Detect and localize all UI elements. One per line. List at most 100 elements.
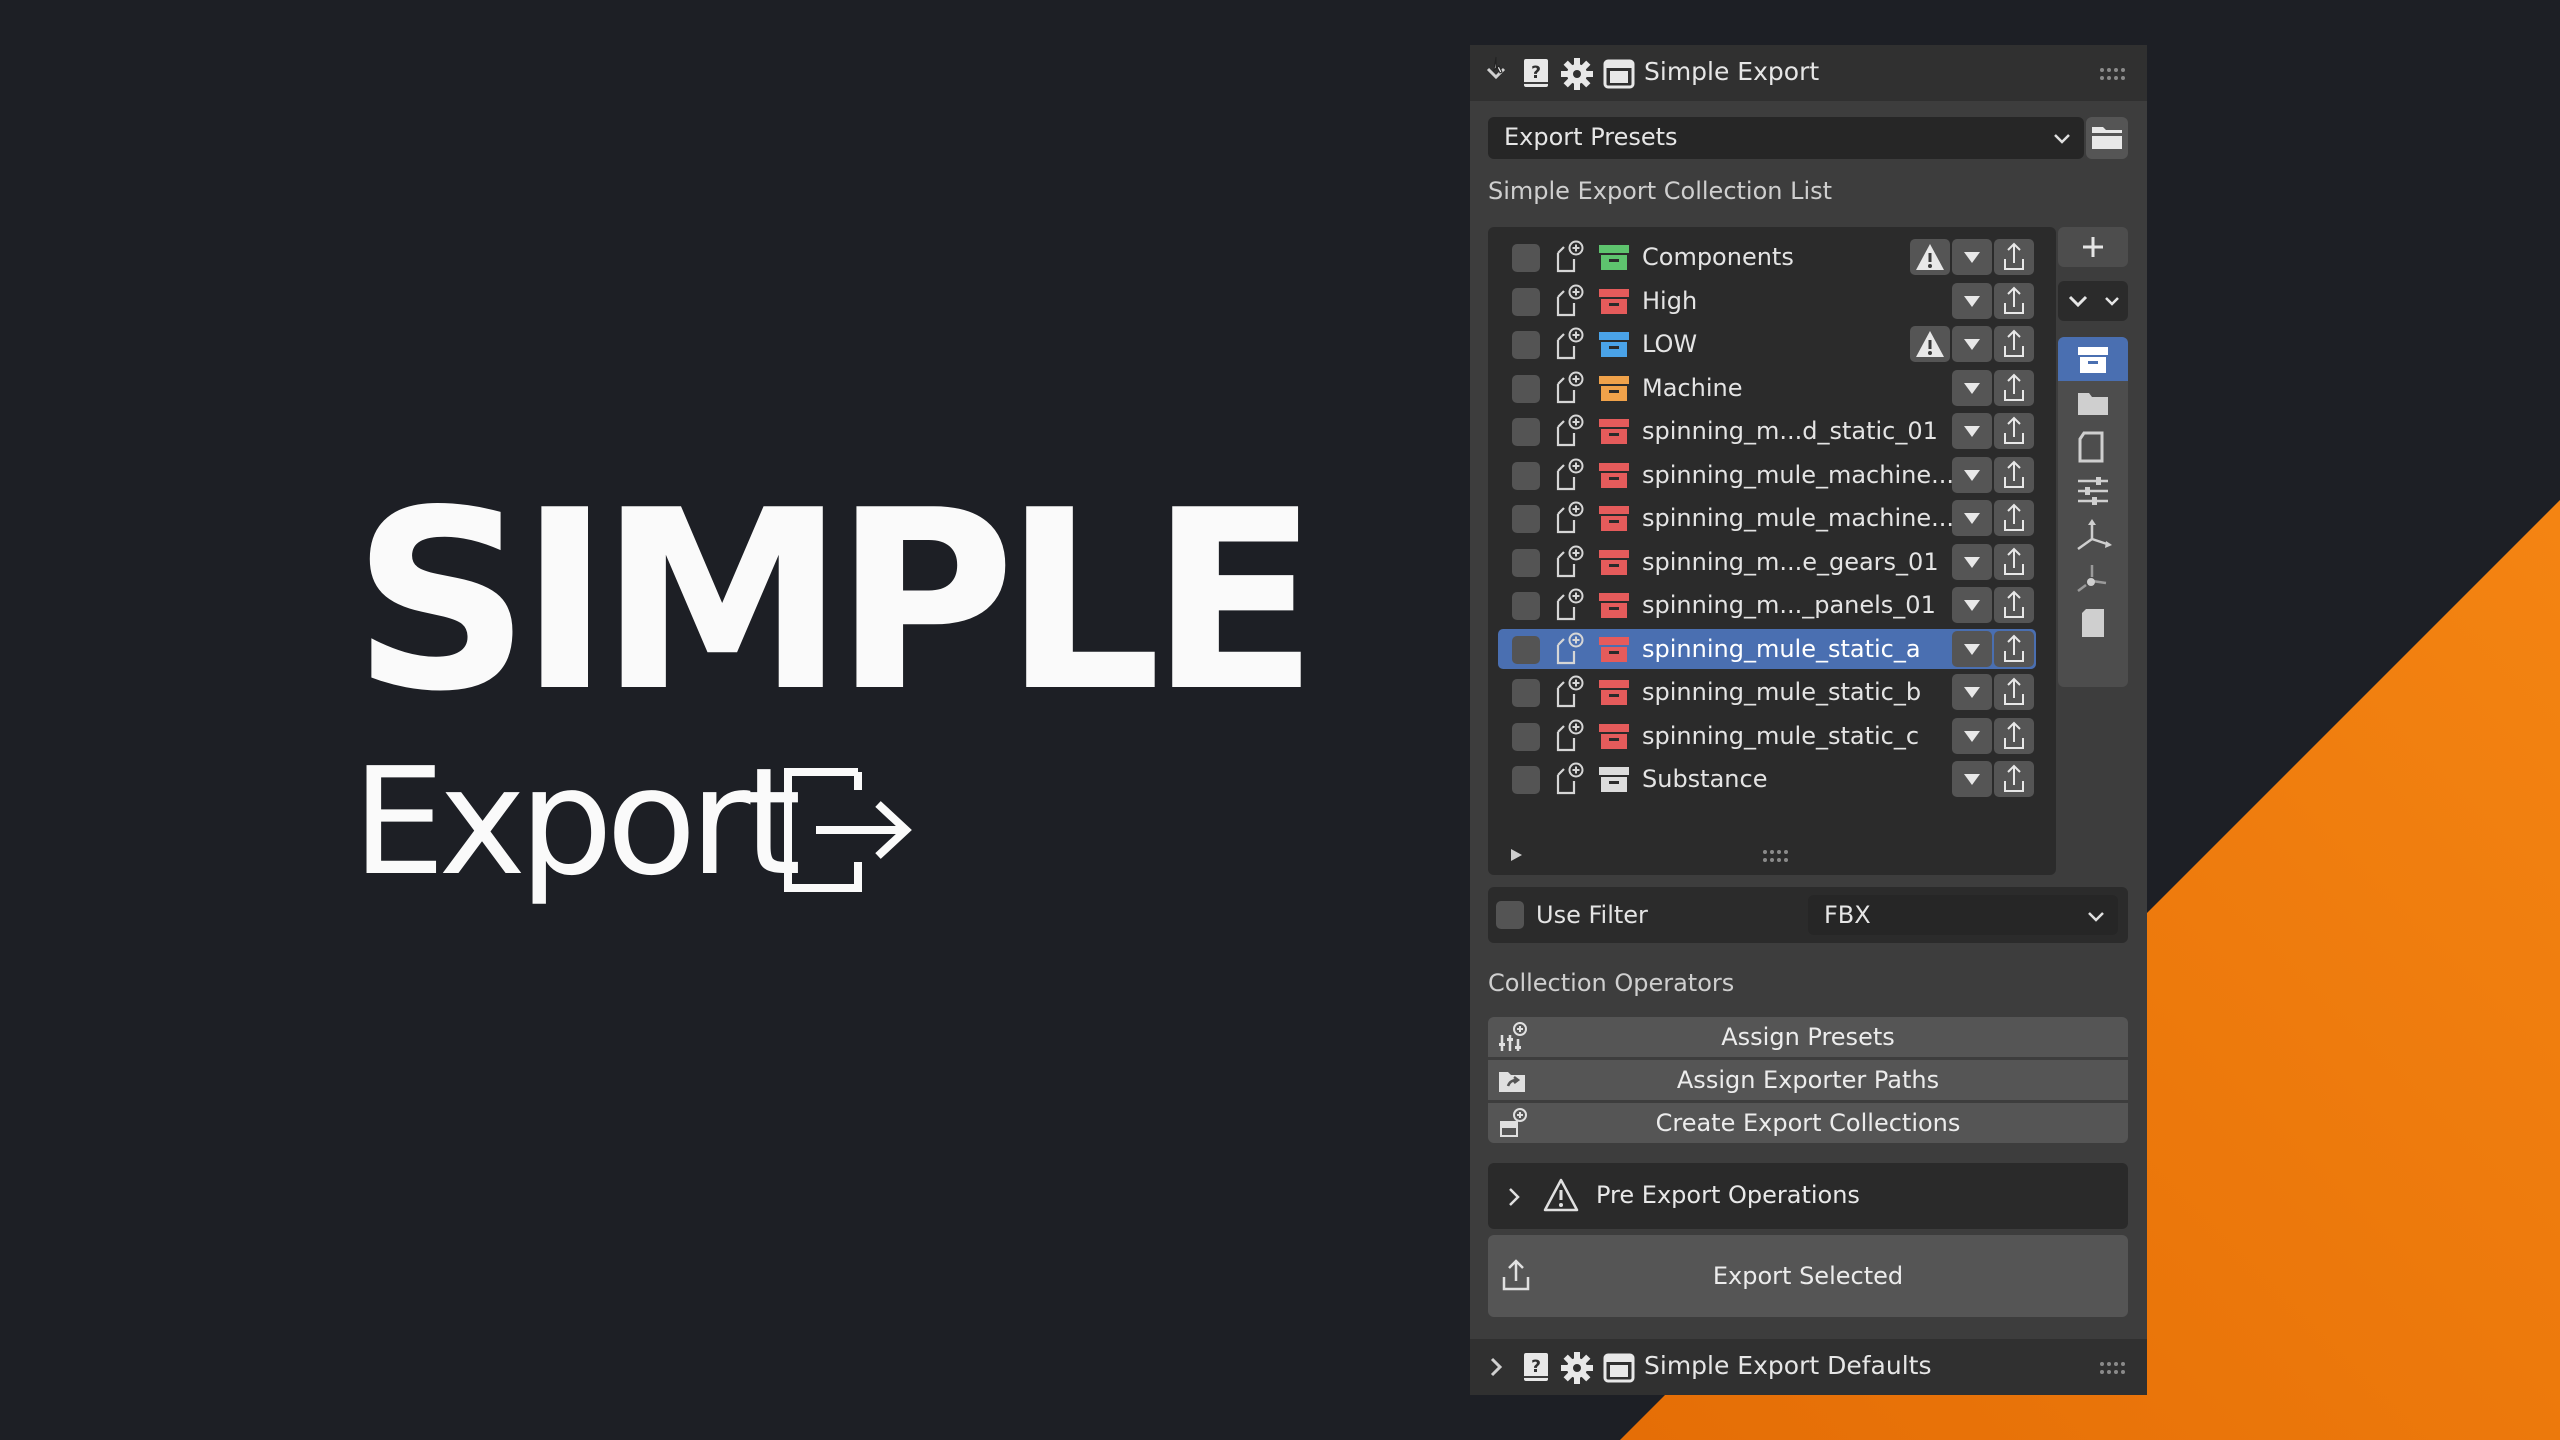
chevron-down-icon[interactable] xyxy=(1484,55,1508,91)
collection-row[interactable]: Substance xyxy=(1498,759,2036,799)
folder-icon[interactable] xyxy=(2058,381,2128,425)
collection-checkbox[interactable] xyxy=(1512,548,1540,577)
list-menu-button[interactable] xyxy=(2058,281,2128,321)
add-exporter-icon[interactable] xyxy=(1550,674,1586,710)
window-icon[interactable] xyxy=(1602,1351,1636,1385)
collection-dropdown-button[interactable] xyxy=(1952,630,1992,667)
collection-dropdown-button[interactable] xyxy=(1952,239,1992,275)
collection-checkbox[interactable] xyxy=(1512,679,1540,707)
window-icon[interactable] xyxy=(1602,57,1636,91)
collection-dropdown-button[interactable] xyxy=(1952,761,1992,797)
preset-folder-button[interactable] xyxy=(2086,117,2128,159)
gear-icon[interactable] xyxy=(1560,57,1594,91)
collection-row[interactable]: spinning_m..._panels_01 xyxy=(1498,585,2036,625)
drag-grip-icon[interactable] xyxy=(2099,67,2125,81)
add-exporter-icon[interactable] xyxy=(1550,326,1586,362)
collection-row[interactable]: spinning_mule_machine... xyxy=(1498,498,2036,538)
export-presets-dropdown[interactable]: Export Presets xyxy=(1488,117,2084,159)
assign-presets-button[interactable]: Assign Presets xyxy=(1488,1017,2128,1057)
collection-dropdown-button[interactable] xyxy=(1952,456,1992,493)
collection-row[interactable]: spinning_mule_static_b xyxy=(1498,672,2036,712)
collection-row[interactable]: Machine xyxy=(1498,368,2036,408)
collection-dropdown-button[interactable] xyxy=(1952,500,1992,536)
add-exporter-icon[interactable] xyxy=(1550,718,1586,754)
play-triangle-icon[interactable] xyxy=(1508,847,1524,863)
gear-icon[interactable] xyxy=(1560,1351,1594,1385)
collection-export-button[interactable] xyxy=(1994,717,2034,754)
add-exporter-icon[interactable] xyxy=(1550,761,1586,797)
use-filter-checkbox[interactable] xyxy=(1496,901,1524,929)
export-selected-button[interactable]: Export Selected xyxy=(1488,1235,2128,1317)
help-book-icon[interactable]: ? xyxy=(1520,1351,1554,1385)
origin-axes-icon[interactable] xyxy=(2058,557,2128,601)
tab-collection[interactable] xyxy=(2058,337,2128,381)
add-exporter-icon[interactable] xyxy=(1550,283,1586,319)
collection-checkbox[interactable] xyxy=(1512,418,1540,446)
list-resize-grip-icon[interactable] xyxy=(1762,849,1788,863)
collection-row[interactable]: spinning_mule_machine... xyxy=(1498,455,2036,495)
panel-header[interactable]: ? Simple Export xyxy=(1470,45,2147,101)
collection-export-button[interactable] xyxy=(1994,500,2034,536)
create-export-collections-button[interactable]: Create Export Collections xyxy=(1488,1103,2128,1143)
assign-exporter-paths-button[interactable]: Assign Exporter Paths xyxy=(1488,1060,2128,1100)
collection-export-button[interactable] xyxy=(1994,456,2034,493)
collection-checkbox[interactable] xyxy=(1512,331,1540,359)
collection-export-button[interactable] xyxy=(1994,543,2034,580)
collection-export-button[interactable] xyxy=(1994,761,2034,797)
axes-icon[interactable] xyxy=(2058,513,2128,557)
collection-checkbox[interactable] xyxy=(1512,722,1540,751)
collection-export-button[interactable] xyxy=(1994,282,2034,319)
collection-checkbox[interactable] xyxy=(1512,461,1540,490)
collection-dropdown-button[interactable] xyxy=(1952,717,1992,754)
collection-checkbox[interactable] xyxy=(1512,635,1540,664)
collection-row[interactable]: spinning_mule_static_a xyxy=(1498,628,2036,669)
collection-export-button[interactable] xyxy=(1994,413,2034,449)
collection-export-button[interactable] xyxy=(1994,674,2034,710)
file-icon[interactable] xyxy=(2058,425,2128,469)
help-book-icon[interactable]: ? xyxy=(1520,57,1554,91)
add-exporter-icon[interactable] xyxy=(1550,544,1586,580)
add-exporter-icon[interactable] xyxy=(1550,631,1586,667)
warning-button[interactable] xyxy=(1910,326,1950,362)
collection-checkbox[interactable] xyxy=(1512,766,1540,794)
add-exporter-icon[interactable] xyxy=(1550,239,1586,275)
collection-checkbox[interactable] xyxy=(1512,287,1540,316)
collection-row[interactable]: spinning_mule_static_c xyxy=(1498,716,2036,756)
add-exporter-icon[interactable] xyxy=(1550,587,1586,623)
pre-export-operations-subpanel[interactable]: Pre Export Operations xyxy=(1488,1163,2128,1229)
collection-dropdown-button[interactable] xyxy=(1952,326,1992,362)
collection-list[interactable]: Components High LOW Machine spinning_m..… xyxy=(1488,227,2056,875)
add-exporter-icon[interactable] xyxy=(1550,500,1586,536)
collection-checkbox[interactable] xyxy=(1512,374,1540,403)
collection-checkbox[interactable] xyxy=(1512,592,1540,620)
collection-export-button[interactable] xyxy=(1994,630,2034,667)
sliders-icon[interactable] xyxy=(2058,469,2128,513)
add-exporter-icon[interactable] xyxy=(1550,370,1586,406)
collection-checkbox[interactable] xyxy=(1512,505,1540,533)
filter-format-dropdown[interactable]: FBX xyxy=(1808,895,2118,935)
document-icon[interactable] xyxy=(2058,601,2128,645)
collection-dropdown-button[interactable] xyxy=(1952,674,1992,710)
add-collection-button[interactable] xyxy=(2058,227,2128,267)
collection-dropdown-button[interactable] xyxy=(1952,587,1992,623)
collection-row[interactable]: Components xyxy=(1498,237,2036,277)
collection-export-button[interactable] xyxy=(1994,369,2034,406)
hero-title: SIMPLE xyxy=(352,458,1319,746)
collection-row[interactable]: High xyxy=(1498,281,2036,321)
collection-export-button[interactable] xyxy=(1994,326,2034,362)
collection-dropdown-button[interactable] xyxy=(1952,543,1992,580)
add-exporter-icon[interactable] xyxy=(1550,413,1586,449)
collection-dropdown-button[interactable] xyxy=(1952,413,1992,449)
collection-dropdown-button[interactable] xyxy=(1952,282,1992,319)
collection-export-button[interactable] xyxy=(1994,239,2034,275)
collection-checkbox[interactable] xyxy=(1512,244,1540,272)
collection-row[interactable]: LOW xyxy=(1498,324,2036,364)
collection-export-button[interactable] xyxy=(1994,587,2034,623)
collection-row[interactable]: spinning_m...d_static_01 xyxy=(1498,411,2036,451)
collection-dropdown-button[interactable] xyxy=(1952,369,1992,406)
defaults-panel-header[interactable]: ? Simple Export Defaults xyxy=(1470,1339,2147,1395)
drag-grip-icon[interactable] xyxy=(2099,1361,2125,1375)
add-exporter-icon[interactable] xyxy=(1550,457,1586,493)
warning-button[interactable] xyxy=(1910,239,1950,275)
collection-row[interactable]: spinning_m...e_gears_01 xyxy=(1498,542,2036,582)
